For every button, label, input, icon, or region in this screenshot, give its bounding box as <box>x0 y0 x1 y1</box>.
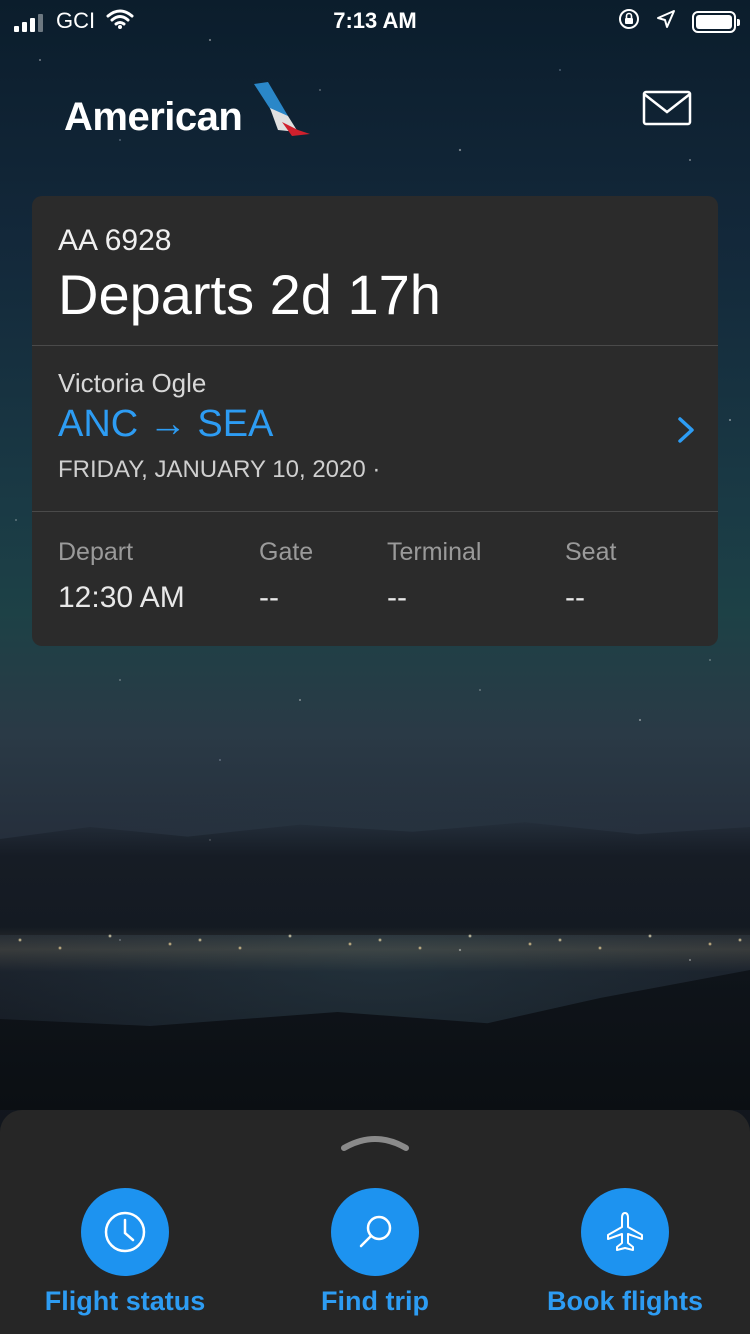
detail-label: Terminal <box>387 538 482 566</box>
route: ANC → SEA <box>58 403 274 445</box>
find-trip-button[interactable]: Find trip <box>250 1188 500 1317</box>
battery-icon <box>692 10 740 33</box>
detail-label: Depart <box>58 538 134 566</box>
detail-label: Seat <box>565 538 617 566</box>
city-lights <box>0 900 750 990</box>
american-logo: American <box>64 82 312 143</box>
mountain-silhouette <box>0 822 750 935</box>
messages-button[interactable] <box>642 90 692 131</box>
detail-value: -- <box>565 581 585 614</box>
detail-depart: Depart 12:30 AM <box>58 538 185 615</box>
flight-date: FRIDAY, JANUARY 10, 2020 · <box>58 456 381 483</box>
flight-summary: AA 6928 Departs 2d 17h <box>32 196 718 346</box>
detail-gate: Gate -- <box>259 538 313 615</box>
clock-icon[interactable] <box>81 1188 169 1276</box>
action-label[interactable]: Book flights <box>500 1286 750 1317</box>
orientation-lock-icon <box>618 8 640 35</box>
passenger-name: Victoria Ogle <box>58 368 207 398</box>
action-label[interactable]: Flight status <box>0 1286 250 1317</box>
envelope-icon <box>642 90 692 126</box>
flight-symbol-icon <box>248 78 312 143</box>
detail-label: Gate <box>259 538 314 566</box>
airplane-icon[interactable] <box>581 1188 669 1276</box>
detail-value: -- <box>259 581 279 614</box>
location-arrow-icon <box>656 9 676 34</box>
action-label[interactable]: Find trip <box>250 1286 500 1317</box>
flight-number: AA 6928 <box>58 224 172 257</box>
status-bar: GCI 7:13 AM <box>0 0 750 40</box>
chevron-up-icon[interactable] <box>340 1128 410 1157</box>
trip-summary[interactable]: Victoria Ogle ANC → SEA FRIDAY, JANUARY … <box>32 346 718 512</box>
brand-name: American <box>64 95 243 139</box>
flight-details: Depart 12:30 AM Gate -- Terminal -- Seat… <box>32 512 718 646</box>
departure-countdown: Departs 2d 17h <box>58 263 441 326</box>
detail-terminal: Terminal -- <box>387 538 481 615</box>
flight-status-button[interactable]: Flight status <box>0 1188 250 1317</box>
book-flights-button[interactable]: Book flights <box>500 1188 750 1317</box>
detail-value: 12:30 AM <box>58 581 185 614</box>
chevron-right-icon[interactable] <box>676 410 696 455</box>
detail-value: -- <box>387 581 407 614</box>
quick-actions-sheet: Flight status Find trip Book flights <box>0 1110 750 1334</box>
search-icon[interactable] <box>331 1188 419 1276</box>
detail-seat: Seat -- <box>565 538 616 615</box>
foreground-hill <box>0 970 750 1110</box>
upcoming-flight-card[interactable]: AA 6928 Departs 2d 17h Victoria Ogle ANC… <box>32 196 718 646</box>
